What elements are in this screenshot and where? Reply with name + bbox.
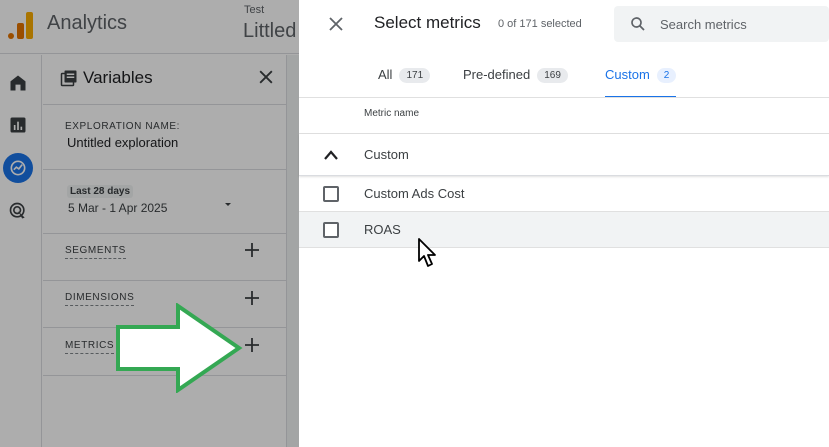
select-metrics-drawer: Select metrics 0 of 171 selected All 171… (299, 0, 829, 447)
tab-label: All (378, 67, 393, 82)
selected-count: 0 of 171 selected (498, 18, 582, 30)
divider (299, 97, 829, 98)
metric-name: Custom Ads Cost (364, 186, 465, 201)
tab-label: Pre-defined (463, 67, 531, 82)
metric-row[interactable]: ROAS (299, 212, 829, 248)
tab-custom[interactable]: Custom 2 (605, 56, 677, 98)
search-box[interactable] (614, 6, 829, 42)
metric-row[interactable]: Custom Ads Cost (299, 176, 829, 212)
group-header-custom[interactable]: Custom (299, 134, 829, 176)
annotation-arrow-icon (116, 303, 243, 393)
group-label: Custom (364, 147, 409, 162)
tab-label: Custom (605, 67, 650, 82)
tab-count-badge: 169 (537, 68, 568, 83)
column-header-metric-name: Metric name (364, 108, 420, 119)
chevron-up-icon[interactable] (323, 148, 339, 162)
tab-count-badge: 171 (399, 68, 431, 83)
metric-name: ROAS (364, 222, 401, 237)
mouse-cursor-icon (418, 238, 436, 267)
metric-checkbox[interactable] (323, 222, 339, 238)
tab-pre-defined[interactable]: Pre-defined 169 (463, 56, 568, 98)
search-icon (631, 17, 645, 31)
close-icon[interactable] (327, 15, 345, 33)
tab-count-badge: 2 (656, 68, 677, 83)
metric-checkbox[interactable] (323, 186, 339, 202)
search-input[interactable] (660, 14, 820, 34)
drawer-title: Select metrics (374, 13, 481, 32)
tab-all[interactable]: All 171 (378, 56, 431, 98)
